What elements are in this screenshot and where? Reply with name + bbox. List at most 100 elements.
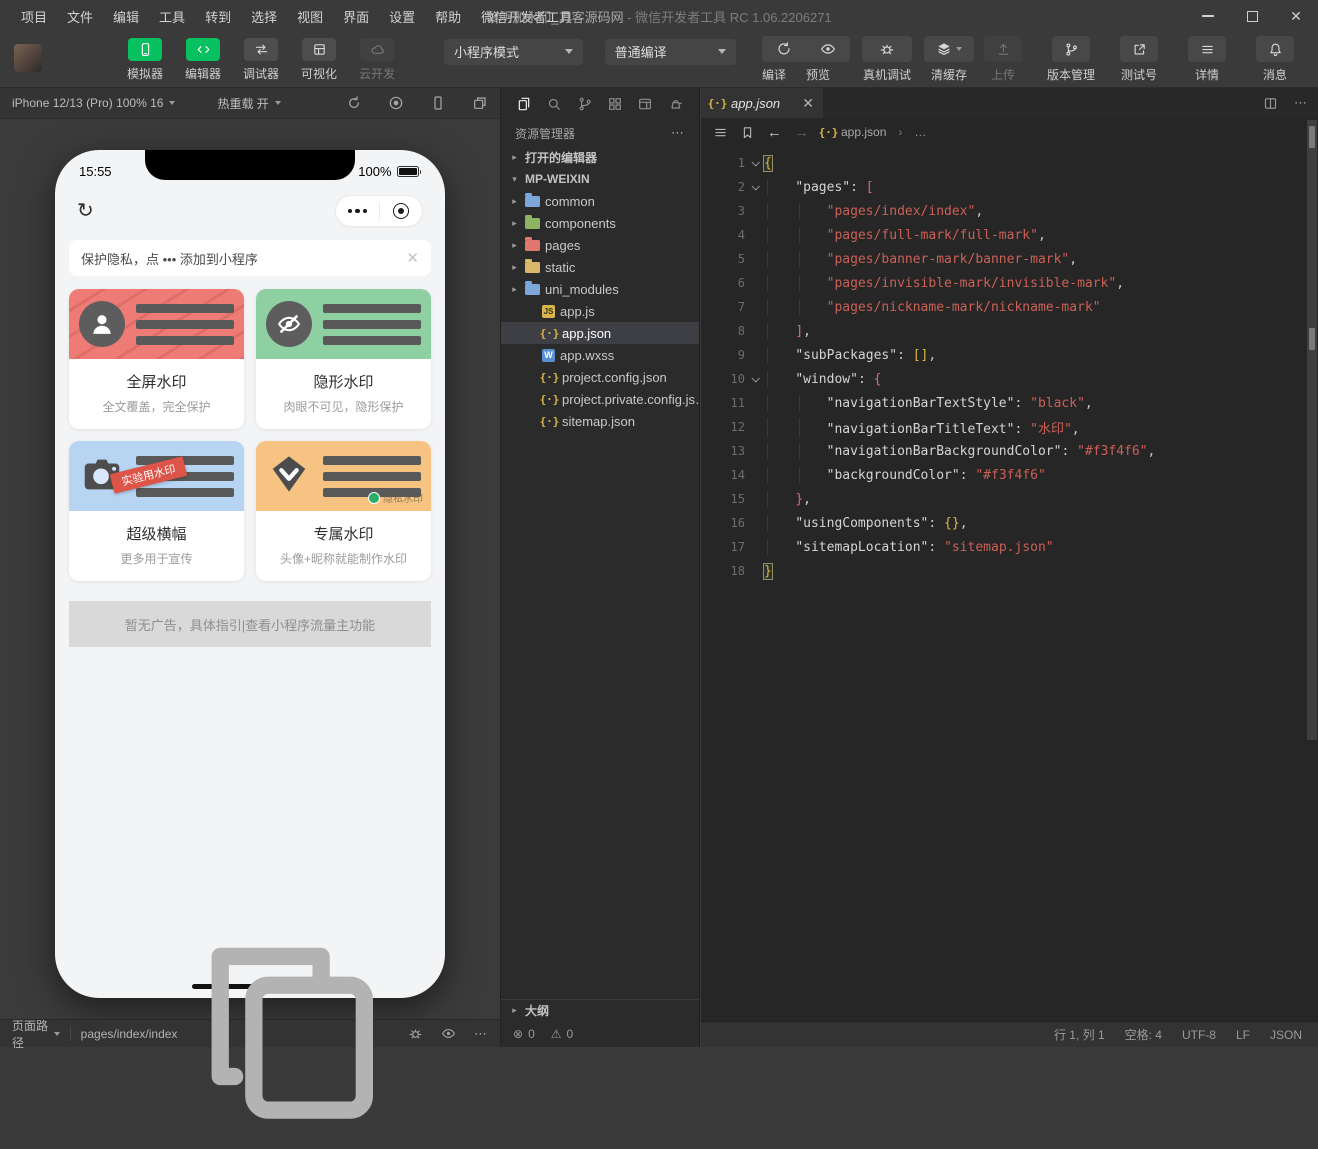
toolbar-right-icon-box[interactable] — [1120, 36, 1158, 62]
breadcrumb-more[interactable]: … — [914, 125, 926, 139]
toolbar-button-模拟器[interactable]: 模拟器 — [120, 38, 170, 82]
fold-chevron-icon[interactable] — [745, 376, 764, 382]
hot-reload-toggle[interactable]: 热重载 开 — [217, 95, 280, 112]
phone-button[interactable] — [128, 38, 162, 61]
tree-item-common[interactable]: ▸common — [501, 190, 699, 212]
split-editor-icon[interactable] — [1263, 96, 1278, 111]
tree-item-pages[interactable]: ▸pages — [501, 234, 699, 256]
menu-选择[interactable]: 选择 — [242, 3, 286, 30]
activity-search-button[interactable] — [546, 96, 562, 112]
tab-app-json[interactable]: {·} app.json ✕ — [701, 88, 823, 118]
activity-layout-button[interactable] — [637, 96, 653, 112]
activity-files-button[interactable] — [516, 96, 532, 112]
code-area[interactable]: 1{2 "pages": [3 "pages/index/index",4 "p… — [701, 146, 1318, 583]
mode-select[interactable]: 小程序模式 — [444, 39, 583, 65]
action-icon-box[interactable] — [924, 36, 974, 62]
fold-chevron-icon[interactable] — [745, 184, 764, 190]
menu-工具[interactable]: 工具 — [150, 3, 194, 30]
tree-item-sitemap.json[interactable]: {·}sitemap.json — [501, 410, 699, 432]
toolbar-right-详情[interactable]: 详情 — [1178, 36, 1236, 83]
tree-item-app.js[interactable]: JSapp.js — [501, 300, 699, 322]
sim-record-button[interactable] — [388, 95, 404, 111]
tree-item-components[interactable]: ▸components — [501, 212, 699, 234]
toolbar-right-icon-box[interactable] — [1188, 36, 1226, 62]
copy-icon[interactable] — [177, 918, 408, 1149]
code-button[interactable] — [186, 38, 220, 61]
bookmark-icon[interactable] — [740, 125, 755, 140]
page-path-label[interactable]: 页面路径 — [12, 1017, 49, 1051]
code-icon — [196, 42, 211, 57]
feature-card-超级横幅[interactable]: 实验用水印超级横幅更多用于宣传 — [69, 441, 244, 581]
tree-item-project.private.config.js…[interactable]: {·}project.private.config.js… — [501, 388, 699, 410]
status-行 1, 列 1[interactable]: 行 1, 列 1 — [1054, 1026, 1105, 1043]
tree-root[interactable]: ▾MP-WEIXIN — [501, 168, 699, 190]
footer-eye-button[interactable] — [441, 1026, 456, 1041]
problems-bar[interactable]: ⊗ 0 ⚠ 0 — [501, 1021, 699, 1047]
action-icon-box[interactable] — [862, 36, 912, 62]
menu-文件[interactable]: 文件 — [58, 3, 102, 30]
breadcrumb-file[interactable]: {·} app.json — [821, 125, 886, 140]
feature-card-全屏水印[interactable]: 全屏水印全文覆盖，完全保护 — [69, 289, 244, 429]
action-清缓存[interactable]: 清缓存 — [924, 36, 974, 83]
tree-item-app.json[interactable]: {·}app.json — [501, 322, 699, 344]
toolbar-button-可视化[interactable]: 可视化 — [294, 38, 344, 82]
status-空格: 4[interactable]: 空格: 4 — [1125, 1026, 1162, 1043]
tree-item-app.wxss[interactable]: Wapp.wxss — [501, 344, 699, 366]
feature-card-专属水印[interactable]: 隐私水印专属水印头像+昵称就能制作水印 — [256, 441, 431, 581]
navigate-back-icon[interactable]: ← — [767, 124, 782, 141]
status-UTF-8[interactable]: UTF-8 — [1182, 1028, 1216, 1042]
sim-rotate-button[interactable] — [346, 95, 362, 111]
compile-select[interactable]: 普通编译 — [605, 39, 736, 65]
minimize-button[interactable] — [1186, 0, 1230, 32]
action-编译[interactable] — [762, 36, 806, 62]
toolbar-right-版本管理[interactable]: 版本管理 — [1042, 36, 1100, 83]
toolbar-button-编辑器[interactable]: 编辑器 — [178, 38, 228, 82]
activity-teapot-button[interactable] — [668, 96, 684, 112]
status-LF[interactable]: LF — [1236, 1028, 1250, 1042]
outline-section[interactable]: ▸ 大纲 — [501, 999, 699, 1021]
toolbar-button-调试器[interactable]: 调试器 — [236, 38, 286, 82]
user-avatar[interactable] — [14, 44, 42, 72]
section-open-editors[interactable]: ▸打开的编辑器 — [501, 146, 699, 168]
menu-帮助[interactable]: 帮助 — [426, 3, 470, 30]
toolbar-right-icon-box[interactable] — [1256, 36, 1294, 62]
editor-scrollbar[interactable] — [1307, 120, 1317, 740]
navigate-forward-icon[interactable]: → — [794, 124, 809, 141]
menu-视图[interactable]: 视图 — [288, 3, 332, 30]
menu-项目[interactable]: 项目 — [12, 3, 56, 30]
device-select[interactable]: iPhone 12/13 (Pro) 100% 16 — [12, 96, 175, 110]
sim-windows-button[interactable] — [472, 95, 488, 111]
debug-button[interactable] — [244, 38, 278, 61]
sim-device-button[interactable] — [430, 95, 446, 111]
action-预览[interactable] — [806, 36, 850, 62]
feature-card-隐形水印[interactable]: 隐形水印肉眼不可见，隐形保护 — [256, 289, 431, 429]
tree-item-project.config.json[interactable]: {·}project.config.json — [501, 366, 699, 388]
menu-编辑[interactable]: 编辑 — [104, 3, 148, 30]
page-refresh-icon[interactable]: ↻ — [77, 201, 94, 221]
close-capsule-button[interactable] — [380, 203, 423, 219]
footer-more-icon[interactable]: ⋯ — [474, 1026, 488, 1042]
activity-blocks-button[interactable] — [607, 96, 623, 112]
toolbar-right-测试号[interactable]: 测试号 — [1110, 36, 1168, 83]
menu-界面[interactable]: 界面 — [334, 3, 378, 30]
close-button[interactable]: ✕ — [1274, 0, 1318, 32]
fold-chevron-icon[interactable] — [745, 160, 764, 166]
menu-设置[interactable]: 设置 — [380, 3, 424, 30]
tree-item-uni_modules[interactable]: ▸uni_modules — [501, 278, 699, 300]
outline-list-icon[interactable] — [713, 125, 728, 140]
more-menu-button[interactable] — [336, 209, 379, 214]
action-真机调试[interactable]: 真机调试 — [862, 36, 912, 83]
tab-close-icon[interactable]: ✕ — [802, 95, 814, 112]
editor-more-icon[interactable]: ⋯ — [1294, 95, 1308, 111]
footer-bug-button[interactable] — [408, 1026, 423, 1041]
maximize-button[interactable] — [1230, 0, 1274, 32]
explorer-more-icon[interactable]: ⋯ — [671, 125, 685, 141]
activity-git-button[interactable] — [577, 96, 593, 112]
status-JSON[interactable]: JSON — [1270, 1028, 1302, 1042]
toolbar-right-消息[interactable]: 消息 — [1246, 36, 1304, 83]
banner-close-icon[interactable]: ✕ — [406, 249, 419, 267]
tree-item-static[interactable]: ▸static — [501, 256, 699, 278]
grid-button[interactable] — [302, 38, 336, 61]
toolbar-right-icon-box[interactable] — [1052, 36, 1090, 62]
menu-转到[interactable]: 转到 — [196, 3, 240, 30]
